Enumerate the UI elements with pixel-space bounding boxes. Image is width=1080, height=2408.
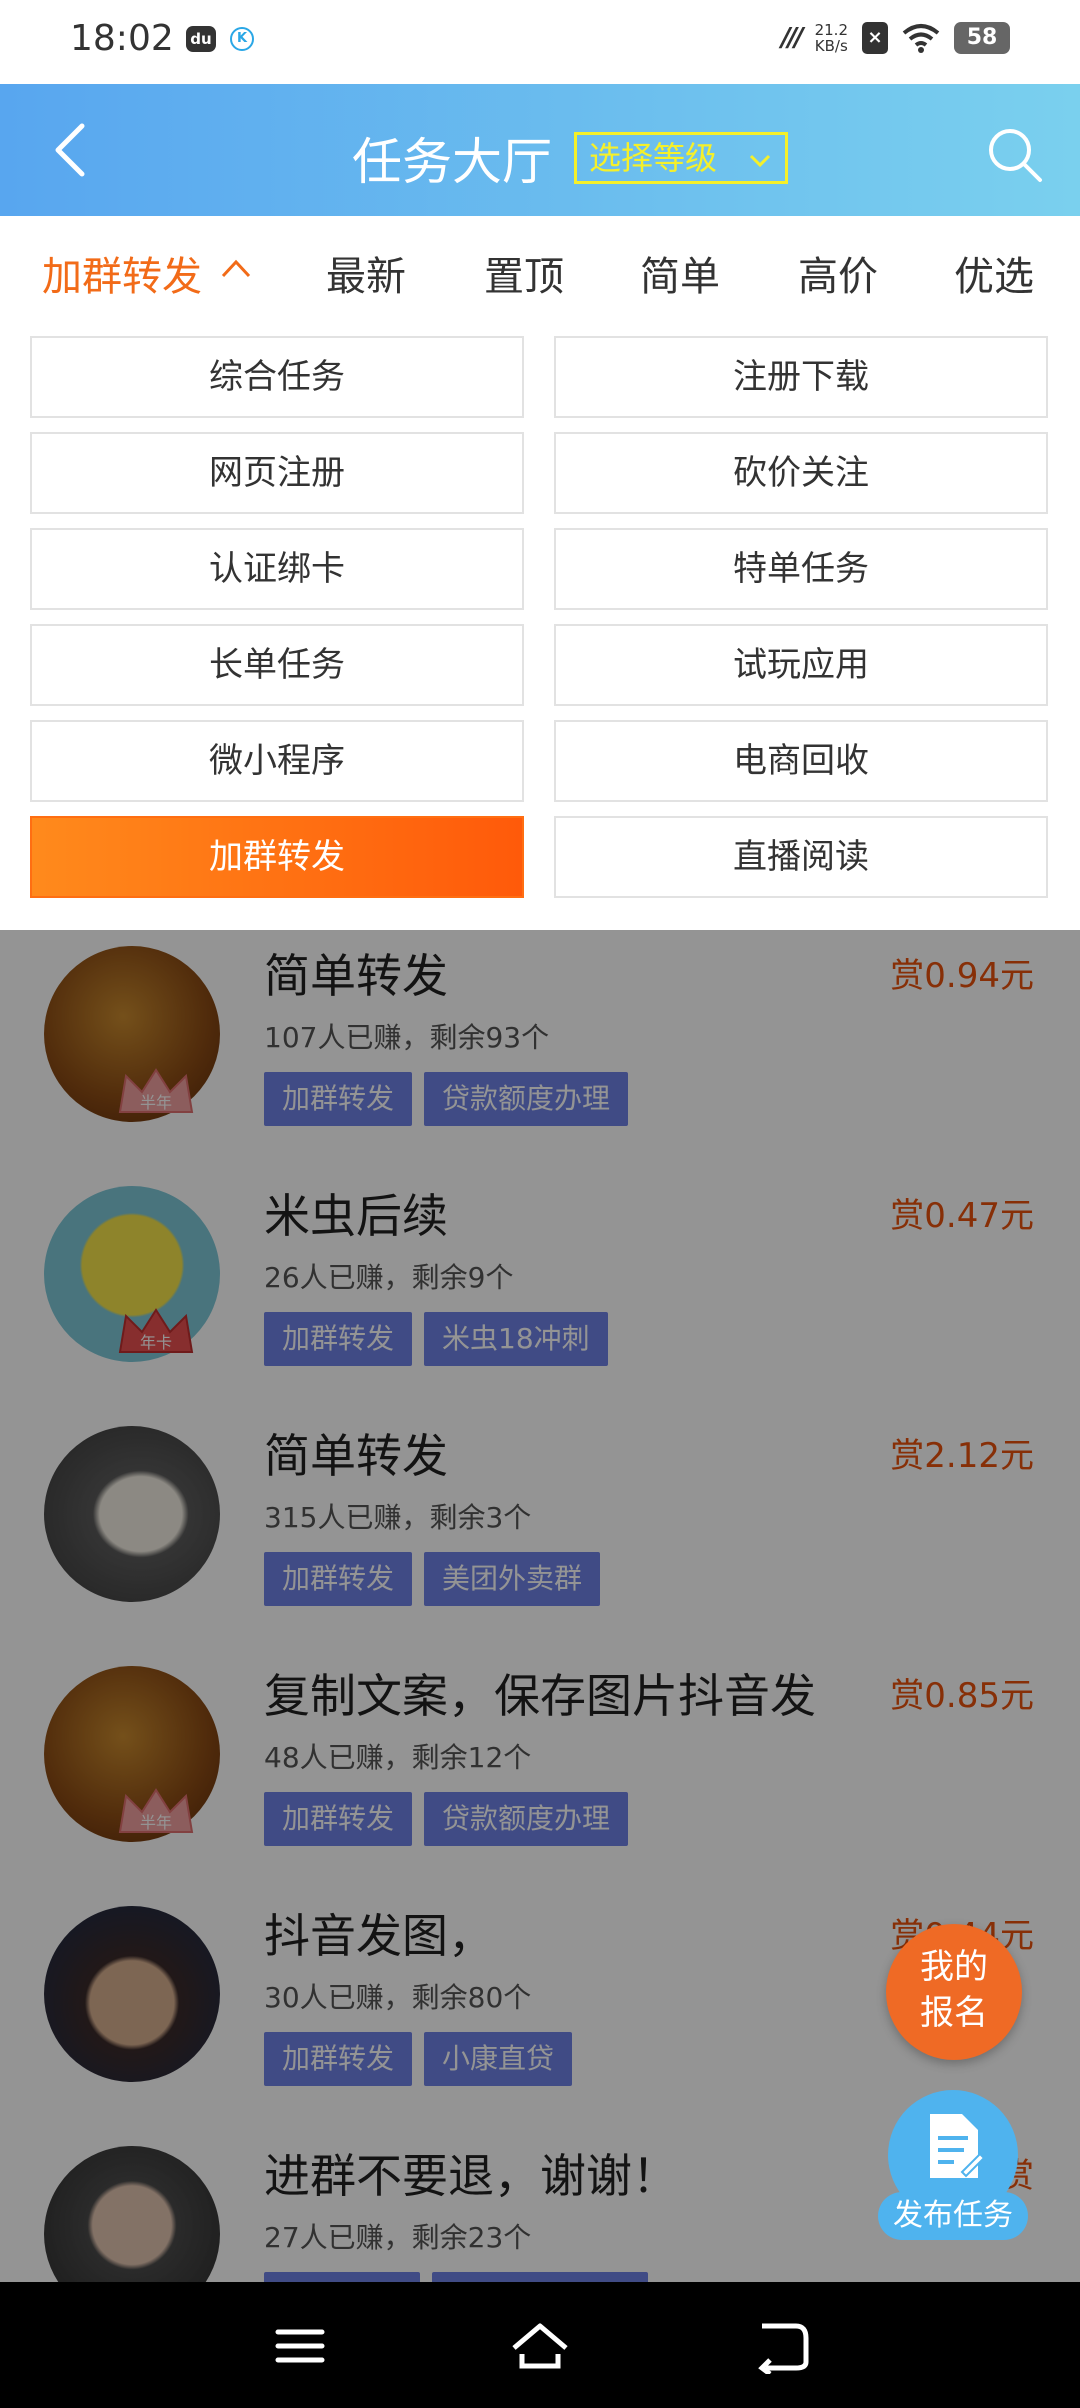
header: 任务大厅 选择等级 <box>0 84 1080 216</box>
category-button[interactable]: 注册下载 <box>554 336 1048 418</box>
tab-featured[interactable]: 优选 <box>954 244 1034 302</box>
speed-unit: KB/s <box>814 37 848 55</box>
category-button[interactable]: 微小程序 <box>30 720 524 802</box>
tab-group-forward[interactable]: 加群转发 <box>42 244 202 302</box>
level-select-label: 选择等级 <box>589 139 718 177</box>
home-icon[interactable] <box>510 2318 570 2374</box>
wifi-icon <box>902 24 940 53</box>
signal-icon: /// <box>781 23 803 53</box>
tab-simple[interactable]: 简单 <box>640 244 720 302</box>
publish-task-button[interactable]: 发布任务 <box>878 2090 1028 2242</box>
category-button[interactable]: 砍价关注 <box>554 432 1048 514</box>
search-icon[interactable] <box>986 126 1044 184</box>
category-button-selected[interactable]: 加群转发 <box>30 816 524 898</box>
category-button[interactable]: 试玩应用 <box>554 624 1048 706</box>
system-nav-bar <box>0 2282 1080 2408</box>
network-speed: 21.2 KB/s <box>815 22 848 54</box>
back-icon[interactable] <box>44 118 104 182</box>
x-notification-icon: × <box>862 22 888 54</box>
category-grid: 综合任务 注册下载 网页注册 砍价关注 认证绑卡 特单任务 长单任务 试玩应用 … <box>0 320 1080 930</box>
status-right-icons: /// 21.2 KB/s × 58 <box>781 22 1010 54</box>
back-nav-icon[interactable] <box>752 2318 812 2374</box>
level-select-dropdown[interactable]: 选择等级 <box>574 132 788 184</box>
status-bar: 18:02 du K /// 21.2 KB/s × 58 <box>0 0 1080 84</box>
status-left-icons: du K <box>186 26 254 52</box>
menu-icon[interactable] <box>270 2318 330 2374</box>
publish-label: 发布任务 <box>878 2192 1028 2240</box>
k-app-icon: K <box>230 27 254 51</box>
speed-value: 21.2 <box>814 21 848 39</box>
category-button[interactable]: 直播阅读 <box>554 816 1048 898</box>
category-button[interactable]: 电商回收 <box>554 720 1048 802</box>
category-button[interactable]: 认证绑卡 <box>30 528 524 610</box>
tab-high-price[interactable]: 高价 <box>798 244 878 302</box>
bear-app-icon: du <box>186 26 216 52</box>
signup-line1: 我的 <box>920 1947 988 1987</box>
chevron-up-icon[interactable] <box>220 256 252 280</box>
category-button[interactable]: 长单任务 <box>30 624 524 706</box>
signup-line2: 报名 <box>920 1993 988 2033</box>
category-button[interactable]: 特单任务 <box>554 528 1048 610</box>
status-time: 18:02 <box>70 18 174 59</box>
my-signup-button[interactable]: 我的 报名 <box>886 1924 1022 2060</box>
category-button[interactable]: 综合任务 <box>30 336 524 418</box>
page-title: 任务大厅 <box>352 133 552 191</box>
chevron-down-icon <box>749 154 771 168</box>
battery-icon: 58 <box>954 22 1010 54</box>
tab-pinned[interactable]: 置顶 <box>484 244 564 302</box>
dim-overlay[interactable] <box>0 930 1080 2282</box>
tab-latest[interactable]: 最新 <box>326 244 406 302</box>
document-edit-icon <box>930 2114 984 2178</box>
category-button[interactable]: 网页注册 <box>30 432 524 514</box>
tab-bar: 加群转发 最新 置顶 简单 高价 优选 <box>0 216 1080 320</box>
